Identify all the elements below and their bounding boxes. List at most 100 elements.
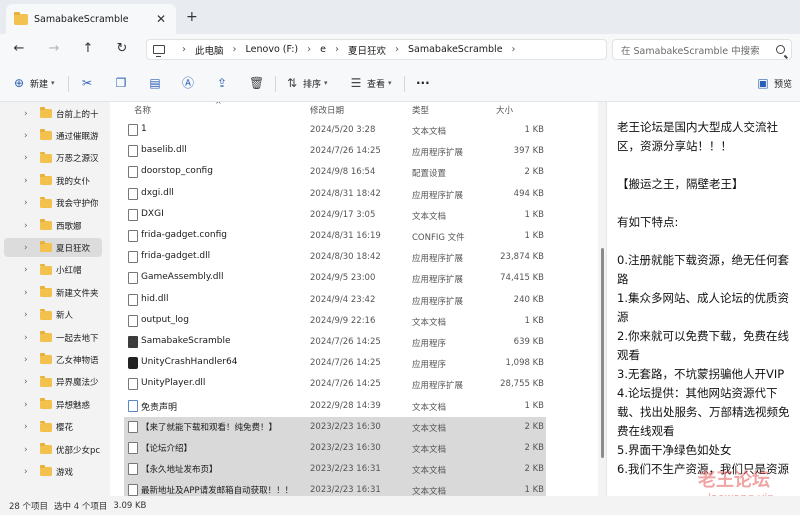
table-row[interactable]: GameAssembly.dll 2024/9/5 23:00 应用程序扩展 74,4…: [124, 268, 546, 289]
file-date: 2024/9/9 22:16: [310, 315, 376, 326]
scrollbar-thumb[interactable]: [601, 248, 604, 458]
chevron-right-icon[interactable]: ›: [512, 44, 516, 55]
chevron-right-icon[interactable]: ›: [24, 333, 34, 343]
sidebar-item[interactable]: › 万恶之源汉: [4, 149, 102, 168]
table-row[interactable]: 最新地址及APP请发邮箱自动获取！！！ 2023/2/23 16:31 文本文档 1 …: [124, 480, 546, 496]
vertical-scrollbar[interactable]: [598, 102, 606, 496]
breadcrumb-this-pc[interactable]: 此电脑: [195, 43, 224, 57]
breadcrumb-e[interactable]: e: [320, 44, 326, 55]
table-row[interactable]: 【论坛介绍】 2023/2/23 16:30 文本文档 2 KB: [124, 438, 546, 459]
table-row[interactable]: output_log 2024/9/9 22:16 文本文档 1 KB: [124, 311, 546, 332]
chevron-right-icon[interactable]: ›: [24, 310, 34, 320]
sort-button[interactable]: ⇅ 排序 ▾: [285, 74, 328, 92]
chevron-right-icon[interactable]: ›: [395, 44, 399, 55]
add-tab-icon[interactable]: +: [186, 9, 198, 25]
refresh-icon[interactable]: ↻: [113, 40, 131, 58]
table-row[interactable]: DXGI 2024/9/17 3:05 文本文档 1 KB: [124, 205, 546, 226]
table-row[interactable]: 免责声明 2022/9/28 14:39 文本文档 1 KB: [124, 396, 546, 417]
sidebar-item[interactable]: › 我会守护你: [4, 194, 102, 213]
column-header-name[interactable]: 名称: [134, 104, 151, 118]
back-arrow-icon[interactable]: ←: [10, 40, 28, 58]
tab-samabakescramble[interactable]: SamabakeScramble ✕: [6, 4, 176, 34]
chevron-right-icon[interactable]: ›: [335, 44, 339, 55]
table-row[interactable]: doorstop_config 2024/9/8 16:54 配置设置 2 KB: [124, 162, 546, 183]
breadcrumb-drive[interactable]: Lenovo (F:): [246, 44, 299, 55]
sidebar-item[interactable]: › 台前上的十: [4, 104, 102, 123]
table-row[interactable]: UnityPlayer.dll 2024/7/26 14:25 应用程序扩展 28,7…: [124, 374, 546, 395]
table-row[interactable]: baselib.dll 2024/7/26 14:25 应用程序扩展 397 KB: [124, 141, 546, 162]
table-row[interactable]: dxgi.dll 2024/8/31 18:42 应用程序扩展 494 KB: [124, 184, 546, 205]
column-header-date[interactable]: 修改日期: [310, 104, 344, 118]
scissors-icon: ✂: [81, 76, 93, 90]
forward-arrow-icon[interactable]: →: [45, 40, 63, 58]
sidebar-item[interactable]: › 异界魔法少: [4, 373, 102, 392]
chevron-right-icon[interactable]: ›: [24, 221, 34, 231]
sidebar-item[interactable]: › 我的女仆: [4, 171, 102, 190]
chevron-right-icon[interactable]: ›: [24, 109, 34, 119]
sidebar-item-label: 新人: [56, 311, 74, 322]
table-row[interactable]: hid.dll 2024/9/4 23:42 应用程序扩展 240 KB: [124, 290, 546, 311]
chevron-right-icon[interactable]: ›: [24, 377, 34, 387]
table-row[interactable]: SamabakeScramble 2024/7/26 14:25 应用程序 639 K…: [124, 332, 546, 353]
chevron-right-icon[interactable]: ›: [24, 265, 34, 275]
rename-button[interactable]: Ⓐ: [181, 74, 199, 92]
sidebar-item[interactable]: › 优部少女pc: [4, 440, 102, 459]
table-row[interactable]: 【来了就能下载和观看！纯免费！】 2023/2/23 16:30 文本文档 2 KB: [124, 416, 546, 438]
sidebar-item[interactable]: › 一起去地下: [4, 328, 102, 347]
sidebar-item[interactable]: › 西歌娜: [4, 216, 102, 235]
more-options-button[interactable]: ···: [416, 74, 430, 92]
table-row[interactable]: UnityCrashHandler64 2024/7/26 14:25 应用程序 1,…: [124, 353, 546, 374]
chevron-right-icon[interactable]: ›: [24, 467, 34, 477]
view-button[interactable]: ☰ 查看 ▾: [349, 74, 392, 92]
breadcrumb-summer[interactable]: 夏日狂欢: [348, 43, 386, 57]
chevron-right-icon[interactable]: ›: [307, 44, 311, 55]
sidebar-item[interactable]: › 乙女神物语: [4, 350, 102, 369]
chevron-right-icon[interactable]: ›: [24, 198, 34, 208]
sidebar-item[interactable]: › 新人: [4, 306, 102, 325]
delete-button[interactable]: 🗑: [249, 74, 267, 92]
chevron-right-icon[interactable]: ›: [24, 176, 34, 186]
sidebar-item[interactable]: › 游戏: [4, 462, 102, 481]
search-input[interactable]: 在 SamabakeScramble 中搜索: [612, 39, 792, 60]
sidebar-item[interactable]: › 新建文件夹: [4, 283, 102, 302]
text-selected-icon: [128, 399, 138, 412]
table-row[interactable]: 1 2024/5/20 3:28 文本文档 1 KB: [124, 120, 546, 141]
chevron-right-icon[interactable]: ›: [24, 355, 34, 365]
up-arrow-icon[interactable]: ↑: [79, 40, 97, 58]
chevron-right-icon[interactable]: ›: [24, 153, 34, 163]
column-header-type[interactable]: 类型: [412, 104, 429, 118]
table-row[interactable]: 【永久地址发布页】 2023/2/23 16:31 文本文档 2 KB: [124, 459, 546, 481]
chevron-right-icon[interactable]: ›: [24, 445, 34, 455]
copy-button[interactable]: ❐: [114, 74, 132, 92]
paste-button[interactable]: ▤: [148, 74, 166, 92]
sidebar-item[interactable]: › 小红帽: [4, 261, 102, 280]
folder-icon: [40, 420, 52, 432]
chevron-right-icon[interactable]: ›: [24, 422, 34, 432]
sidebar-item[interactable]: › 通过催眠游: [4, 126, 102, 145]
share-button[interactable]: ⇪: [215, 74, 233, 92]
chevron-right-icon[interactable]: ›: [24, 400, 34, 410]
preview-pane-button[interactable]: ▣ 预览: [756, 74, 792, 92]
table-row[interactable]: frida-gadget.config 2024/8/31 16:19 CONFIG…: [124, 226, 546, 247]
sidebar-item[interactable]: › 樱花: [4, 418, 102, 437]
breadcrumb-current[interactable]: SamabakeScramble: [408, 44, 503, 55]
chevron-right-icon[interactable]: ›: [24, 243, 34, 253]
table-row[interactable]: frida-gadget.dll 2024/8/30 18:42 应用程序扩展 23,…: [124, 247, 546, 268]
file-size: 2 KB: [524, 421, 544, 432]
new-button[interactable]: ⊕ 新建 ▾: [12, 74, 55, 92]
cut-button[interactable]: ✂: [80, 74, 98, 92]
sidebar-item-label: 游戏: [56, 467, 74, 478]
sidebar-item[interactable]: › 异想魅惑: [4, 395, 102, 414]
command-bar: ⊕ 新建 ▾ ✂ ❐ ▤ Ⓐ ⇪ 🗑 ⇅ 排序 ▾ ☰ 查看 ▾ ··· ▣ 预…: [0, 64, 800, 102]
chevron-right-icon[interactable]: ›: [233, 44, 237, 55]
more-icon: ···: [416, 76, 430, 90]
address-bar[interactable]: › 此电脑 › Lenovo (F:) › e › 夏日狂欢 › Samabak…: [146, 39, 607, 60]
file-date: 2023/2/23 16:31: [310, 464, 381, 475]
chevron-right-icon[interactable]: ›: [24, 288, 34, 298]
folder-icon: [40, 286, 52, 298]
sidebar-item[interactable]: › 夏日狂欢: [4, 238, 102, 258]
close-tab-icon[interactable]: ✕: [154, 12, 168, 26]
chevron-right-icon[interactable]: ›: [24, 131, 34, 141]
column-header-size[interactable]: 大小: [496, 104, 513, 118]
chevron-right-icon[interactable]: ›: [182, 44, 186, 55]
